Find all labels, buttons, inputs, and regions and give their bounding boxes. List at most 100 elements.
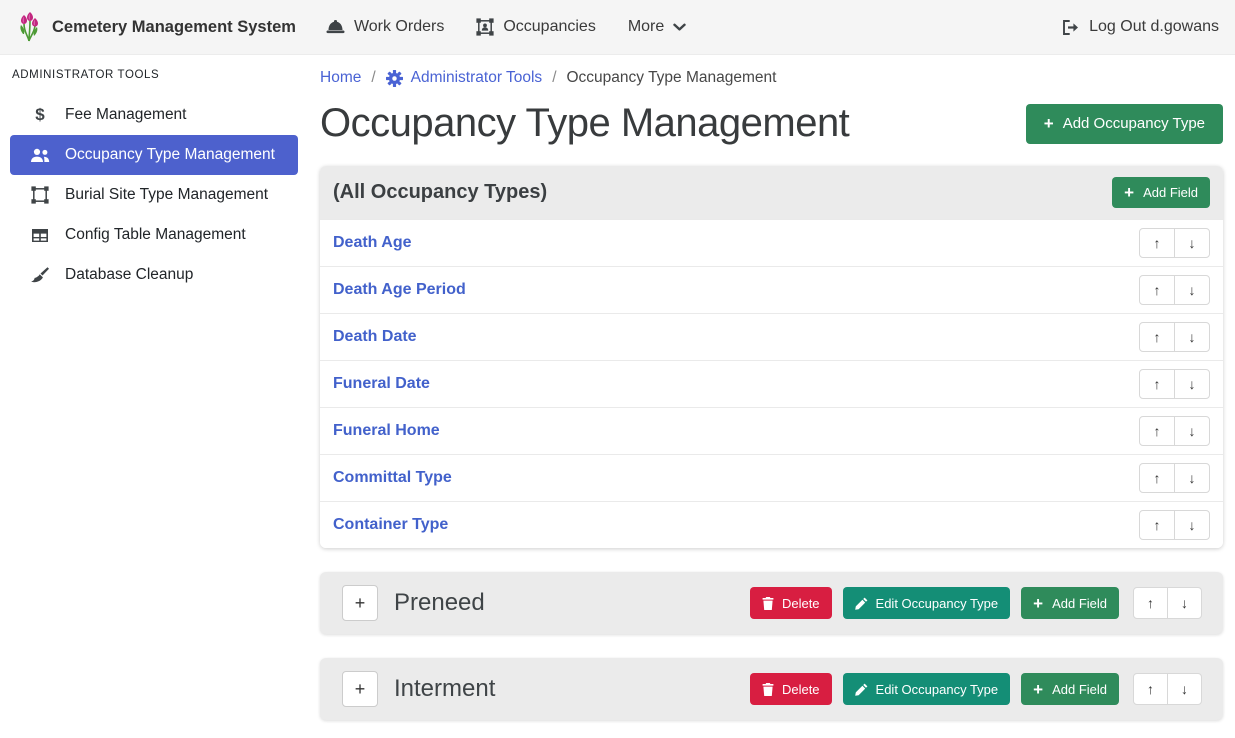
reorder-button-group: ↑ ↓ (1139, 369, 1210, 399)
field-link[interactable]: Death Date (333, 328, 417, 346)
plus-icon: + (1124, 184, 1134, 201)
move-down-button[interactable]: ↓ (1174, 463, 1210, 493)
move-up-button[interactable]: ↑ (1133, 673, 1168, 705)
nav-label: More (628, 18, 664, 36)
move-down-button[interactable]: ↓ (1174, 322, 1210, 352)
section-title: Preneed (394, 589, 750, 617)
breadcrumb-separator: / (552, 69, 556, 87)
field-row: Committal Type ↑ ↓ (320, 454, 1223, 501)
field-link[interactable]: Funeral Home (333, 422, 440, 440)
delete-button[interactable]: Delete (750, 673, 832, 705)
vector-square-icon (28, 186, 52, 204)
move-up-button[interactable]: ↑ (1139, 416, 1175, 446)
move-down-button[interactable]: ↓ (1174, 228, 1210, 258)
nav-label: Work Orders (354, 18, 444, 36)
occupancy-frame-icon (476, 18, 494, 36)
move-up-button[interactable]: ↑ (1139, 275, 1175, 305)
reorder-button-group: ↑ ↓ (1139, 510, 1210, 540)
breadcrumb-current: Occupancy Type Management (567, 69, 777, 87)
sidebar-item-config-table-management[interactable]: Config Table Management (10, 215, 298, 255)
sidebar-item-label: Config Table Management (65, 226, 246, 244)
sign-out-icon (1062, 20, 1080, 35)
sidebar-item-occupancy-type-management[interactable]: Occupancy Type Management (10, 135, 298, 175)
edit-occupancy-type-button[interactable]: Edit Occupancy Type (843, 587, 1011, 619)
edit-occupancy-type-button[interactable]: Edit Occupancy Type (843, 673, 1011, 705)
nav-item-occupancies[interactable]: Occupancies (460, 18, 612, 36)
delete-label: Delete (782, 682, 820, 697)
add-field-button[interactable]: + Add Field (1021, 587, 1119, 619)
all-occupancy-types-card: (All Occupancy Types) + Add Field Death … (320, 166, 1223, 548)
logout-button[interactable]: Log Out d.gowans (1062, 18, 1219, 36)
move-up-button[interactable]: ↑ (1139, 369, 1175, 399)
add-field-button[interactable]: + Add Field (1021, 673, 1119, 705)
tulips-logo-icon (16, 12, 42, 42)
reorder-button-group: ↑ ↓ (1139, 416, 1210, 446)
field-row: Death Age Period ↑ ↓ (320, 266, 1223, 313)
plus-icon: + (1044, 115, 1054, 132)
move-up-button[interactable]: ↑ (1139, 228, 1175, 258)
add-occupancy-type-label: Add Occupancy Type (1063, 115, 1205, 132)
field-row: Container Type ↑ ↓ (320, 501, 1223, 548)
sidebar-item-label: Burial Site Type Management (65, 186, 268, 204)
delete-button[interactable]: Delete (750, 587, 832, 619)
breadcrumb-admin-tools-link[interactable]: Administrator Tools (386, 69, 543, 87)
trash-icon (762, 597, 774, 610)
field-link[interactable]: Container Type (333, 516, 448, 534)
sidebar-item-label: Occupancy Type Management (65, 146, 275, 164)
move-down-button[interactable]: ↓ (1174, 510, 1210, 540)
app-brand[interactable]: Cemetery Management System (16, 12, 296, 42)
sidebar-heading: ADMINISTRATOR TOOLS (12, 69, 298, 81)
breadcrumb-home-link[interactable]: Home (320, 69, 361, 87)
move-down-button[interactable]: ↓ (1167, 673, 1202, 705)
sidebar: ADMINISTRATOR TOOLS $ Fee Management Occ… (0, 55, 310, 738)
pencil-icon (855, 683, 868, 696)
add-occupancy-type-button[interactable]: + Add Occupancy Type (1026, 104, 1223, 144)
field-row: Death Age ↑ ↓ (320, 219, 1223, 266)
sidebar-item-fee-management[interactable]: $ Fee Management (10, 95, 298, 135)
breadcrumb-admin-label: Administrator Tools (411, 69, 543, 87)
move-down-button[interactable]: ↓ (1174, 275, 1210, 305)
field-link[interactable]: Death Age (333, 234, 412, 252)
sidebar-item-burial-site-type-management[interactable]: Burial Site Type Management (10, 175, 298, 215)
move-up-button[interactable]: ↑ (1139, 463, 1175, 493)
move-up-button[interactable]: ↑ (1139, 510, 1175, 540)
move-down-button[interactable]: ↓ (1174, 416, 1210, 446)
add-field-button[interactable]: + Add Field (1112, 177, 1210, 208)
sidebar-item-label: Fee Management (65, 106, 187, 124)
all-occupancy-types-header: (All Occupancy Types) + Add Field (320, 166, 1223, 219)
reorder-button-group: ↑ ↓ (1133, 673, 1202, 705)
all-occupancy-types-title: (All Occupancy Types) (333, 181, 547, 204)
occupancy-type-section-bar: + Preneed Delete (320, 572, 1223, 634)
move-down-button[interactable]: ↓ (1167, 587, 1202, 619)
occupancy-type-section-bar: + Interment Delete (320, 658, 1223, 720)
move-down-button[interactable]: ↓ (1174, 369, 1210, 399)
field-link[interactable]: Death Age Period (333, 281, 466, 299)
table-icon (28, 228, 52, 243)
sidebar-item-database-cleanup[interactable]: Database Cleanup (10, 255, 298, 295)
move-up-button[interactable]: ↑ (1139, 322, 1175, 352)
broom-icon (28, 267, 52, 283)
nav-label: Occupancies (503, 18, 596, 36)
reorder-button-group: ↑ ↓ (1133, 587, 1202, 619)
gear-icon (386, 70, 403, 87)
users-icon (28, 148, 52, 163)
logout-label: Log Out d.gowans (1089, 18, 1219, 36)
nav-item-work-orders[interactable]: Work Orders (310, 18, 460, 36)
pencil-icon (855, 597, 868, 610)
move-up-button[interactable]: ↑ (1133, 587, 1168, 619)
section-title: Interment (394, 675, 750, 703)
plus-icon: + (1033, 595, 1043, 612)
reorder-button-group: ↑ ↓ (1139, 463, 1210, 493)
nav-item-more[interactable]: More (612, 18, 702, 36)
field-link[interactable]: Funeral Date (333, 375, 430, 393)
add-field-label: Add Field (1052, 596, 1107, 611)
page-title: Occupancy Type Management (320, 101, 849, 146)
edit-occupancy-type-label: Edit Occupancy Type (876, 682, 999, 697)
expand-section-button[interactable]: + (342, 585, 378, 621)
app-title: Cemetery Management System (52, 18, 296, 37)
expand-section-button[interactable]: + (342, 671, 378, 707)
top-navbar: Cemetery Management System Work Orders (0, 0, 1235, 55)
chevron-down-icon (673, 23, 686, 32)
field-link[interactable]: Committal Type (333, 469, 452, 487)
add-field-label: Add Field (1052, 682, 1107, 697)
